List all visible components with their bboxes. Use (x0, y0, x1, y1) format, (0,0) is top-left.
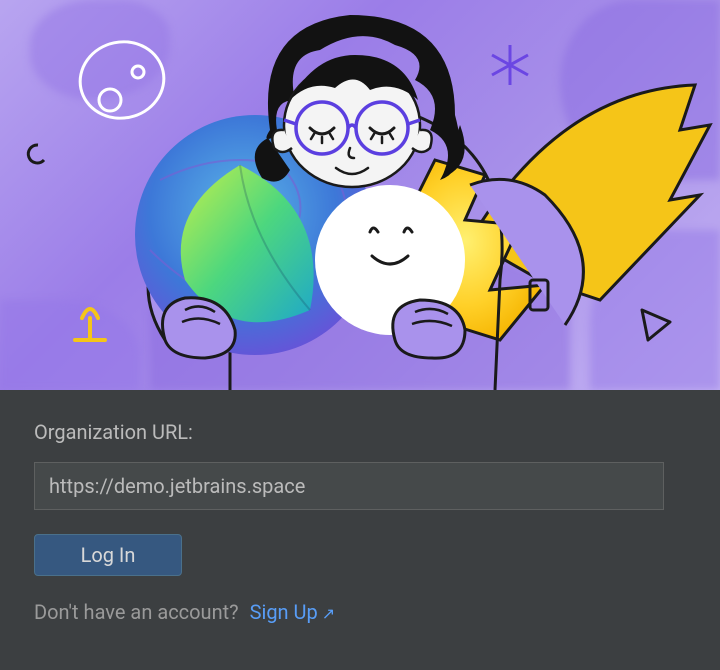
external-link-icon: ↗ (322, 604, 335, 623)
hero-illustration (0, 0, 720, 390)
org-url-label: Organization URL: (34, 420, 690, 444)
login-form: Organization URL: Log In Don't have an a… (0, 390, 720, 624)
signup-link[interactable]: Sign Up (250, 600, 318, 624)
login-button[interactable]: Log In (34, 534, 182, 576)
signup-prompt: Don't have an account? (34, 600, 239, 624)
org-url-input[interactable] (34, 462, 664, 510)
signup-row: Don't have an account? Sign Up↗ (34, 600, 690, 624)
space-character-illustration (0, 0, 720, 390)
